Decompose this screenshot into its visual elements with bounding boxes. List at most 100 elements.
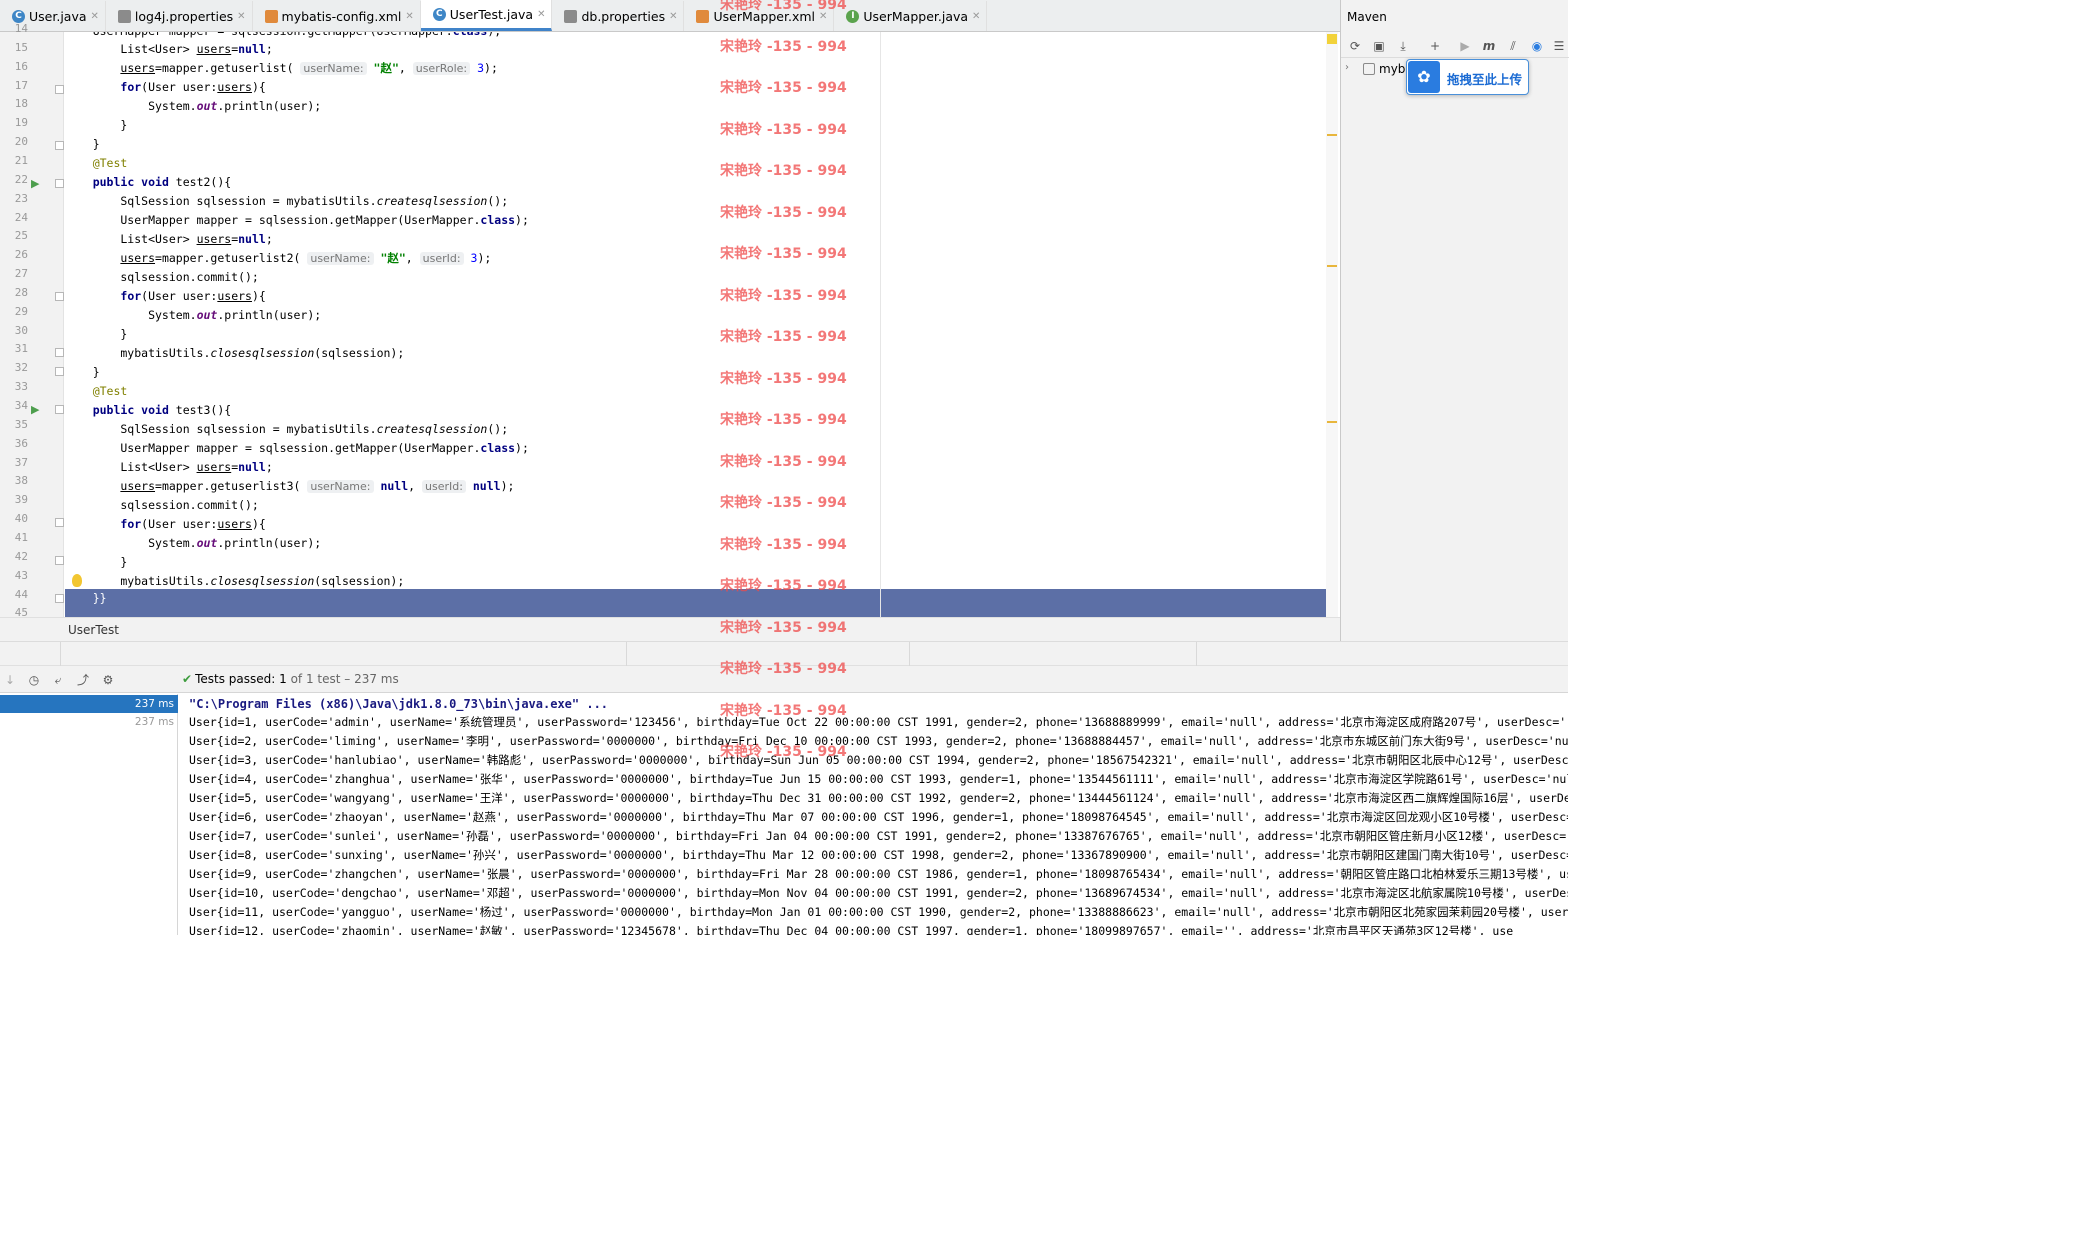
code-line: System.out.println(user); — [65, 308, 322, 322]
test-status: ✔ Tests passed: 1 of 1 test – 237 ms — [182, 672, 399, 686]
line-number: 24 — [14, 210, 28, 224]
scroll-marker[interactable] — [1327, 134, 1337, 136]
code-line: sqlsession.commit(); — [65, 270, 259, 284]
run-test-icon[interactable]: ▶ — [31, 404, 45, 416]
code-line: users=mapper.getuserlist( userName: "赵",… — [120, 61, 498, 75]
skip-tests-icon[interactable]: ◉ — [1529, 38, 1545, 54]
export-icon[interactable]: ⤴ — [75, 672, 91, 688]
editor-tab-bar: C User.java ✕ log4j.properties ✕ mybatis-conf… — [0, 0, 1340, 32]
console-line: User{id=11, userCode='yangguo', userName… — [189, 905, 1568, 919]
code-line: for(User user:users){ — [120, 80, 266, 94]
breadcrumb-class[interactable]: UserTest — [68, 623, 119, 637]
fold-marker-icon[interactable] — [55, 593, 64, 603]
tab-usermapper-java[interactable]: I UserMapper.java ✕ — [834, 1, 988, 31]
breadcrumb: UserTest — [0, 617, 1340, 641]
tab-usertest-java[interactable]: C UserTest.java ✕ — [420, 0, 553, 31]
code-line: @Test — [92, 384, 128, 398]
maven-toolbar: ⟳ ▣ ⤓ + ▶ m ⫽ ◉ ☰ — [1341, 34, 1569, 58]
passed-detail: of 1 test – 237 ms — [290, 672, 399, 686]
gear-icon[interactable]: ⚙ — [100, 672, 116, 688]
maven-project-icon — [1363, 63, 1375, 75]
fold-marker-icon[interactable] — [55, 518, 64, 528]
warning-indicator-icon[interactable] — [1327, 34, 1337, 44]
run-test-icon[interactable]: ▶ — [31, 177, 45, 190]
tab-db-properties[interactable]: db.properties ✕ — [552, 1, 685, 31]
test-tree: 237 ms 237 ms — [0, 694, 178, 935]
line-number: 40 — [14, 512, 28, 526]
fold-marker-icon[interactable] — [55, 348, 64, 358]
test-tree-root[interactable]: 237 ms — [0, 695, 178, 713]
console-line: User{id=1, userCode='admin', userName='系… — [189, 715, 1568, 729]
console-output[interactable]: "C:\Program Files (x86)\Java\jdk1.8.0_73… — [181, 694, 1568, 935]
maven-goal-icon[interactable]: m — [1481, 38, 1497, 54]
tab-usermapper-xml[interactable]: UserMapper.xml ✕ — [684, 1, 835, 31]
tab-mybatis-config-xml[interactable]: mybatis-config.xml ✕ — [253, 1, 421, 31]
passed-label: Tests passed: — [195, 672, 276, 686]
refresh-icon[interactable]: ⟳ — [1347, 38, 1363, 54]
close-icon[interactable]: ✕ — [537, 9, 545, 20]
code-line: users=mapper.getuserlist2( userName: "赵"… — [120, 251, 492, 265]
java-class-icon: C — [432, 7, 446, 21]
tab-label: UserTest.java — [449, 6, 534, 22]
plus-icon[interactable]: + — [1427, 38, 1443, 54]
code-line: } — [65, 327, 128, 341]
scroll-marker[interactable] — [1327, 265, 1337, 267]
close-icon[interactable]: ✕ — [669, 11, 677, 22]
console-line: User{id=9, userCode='zhangchen', userNam… — [189, 867, 1568, 881]
editor-scrollbar[interactable] — [1326, 32, 1338, 617]
java-class-icon: C — [12, 9, 25, 23]
fold-marker-icon[interactable] — [55, 291, 64, 301]
code-line: UserMapper mapper = sqlsession.getMapper… — [65, 441, 529, 455]
fold-marker-icon[interactable] — [55, 367, 64, 377]
line-number: 15 — [14, 40, 28, 54]
sort-down-icon[interactable]: ↓ — [2, 672, 18, 688]
tab-label: db.properties — [581, 8, 666, 24]
code-line: } — [65, 118, 128, 132]
toggle-offline-icon[interactable]: ⫽ — [1505, 38, 1521, 54]
line-number: 33 — [14, 380, 28, 394]
passed-count: 1 — [279, 672, 287, 686]
editor-gutter: 14 15 16 17 18 19 20 21 22 23 24 25 26 27 28 29 30 31 32 33… — [0, 22, 82, 619]
fold-marker-icon[interactable] — [55, 141, 64, 151]
tab-log4j-properties[interactable]: log4j.properties ✕ — [106, 1, 253, 31]
download-icon[interactable]: ⤓ — [1395, 38, 1411, 54]
console-command-line: "C:\Program Files (x86)\Java\jdk1.8.0_73… — [189, 697, 609, 711]
tab-label: UserMapper.xml — [713, 8, 815, 24]
close-icon[interactable]: ✕ — [237, 11, 245, 22]
close-icon[interactable]: ✕ — [405, 11, 413, 22]
fold-marker-icon[interactable] — [55, 405, 64, 414]
scroll-marker[interactable] — [1327, 421, 1337, 423]
test-tree-item[interactable]: 237 ms — [0, 713, 178, 731]
param-hint: userId: — [419, 252, 464, 265]
upload-dropzone[interactable]: ✿ 拖拽至此上传 — [1406, 59, 1529, 95]
code-line: List<User> users=null; — [65, 232, 273, 246]
fold-marker-icon[interactable] — [55, 178, 64, 188]
line-number: 32 — [14, 361, 28, 375]
close-icon[interactable]: ✕ — [819, 11, 827, 22]
code-line: sqlsession.commit(); — [65, 498, 259, 512]
tab-label: log4j.properties — [134, 8, 234, 24]
code-line: users=mapper.getuserlist3( userName: nul… — [120, 479, 515, 493]
tab-label: User.java — [29, 8, 87, 24]
close-icon[interactable]: ✕ — [972, 11, 980, 22]
line-number: 44 — [14, 587, 28, 601]
line-number: 25 — [14, 229, 28, 243]
line-number: 34 — [14, 399, 28, 412]
fold-marker-icon[interactable] — [55, 555, 64, 565]
line-number: 21 — [14, 153, 28, 167]
close-icon[interactable]: ✕ — [91, 11, 99, 22]
line-number: 26 — [14, 248, 28, 262]
code-editor[interactable]: UserMapper mapper = sqlsession.getMapper… — [65, 32, 1338, 617]
line-number: 30 — [14, 323, 28, 337]
expand-arrow-icon[interactable]: › — [1345, 62, 1349, 73]
add-folder-icon[interactable]: ▣ — [1371, 38, 1387, 54]
run-icon[interactable]: ▶ — [1457, 38, 1473, 54]
line-number: 22 — [14, 172, 28, 186]
code-line: public void test2(){ — [92, 175, 232, 189]
fold-marker-icon[interactable] — [55, 84, 64, 94]
code-line: SqlSession sqlsession = mybatisUtils.cre… — [65, 422, 509, 436]
line-number: 28 — [14, 285, 28, 299]
collapse-icon[interactable]: ☰ — [1551, 38, 1567, 54]
history-icon[interactable]: ◷ — [26, 672, 42, 688]
import-icon[interactable]: ⤶ — [50, 672, 66, 688]
